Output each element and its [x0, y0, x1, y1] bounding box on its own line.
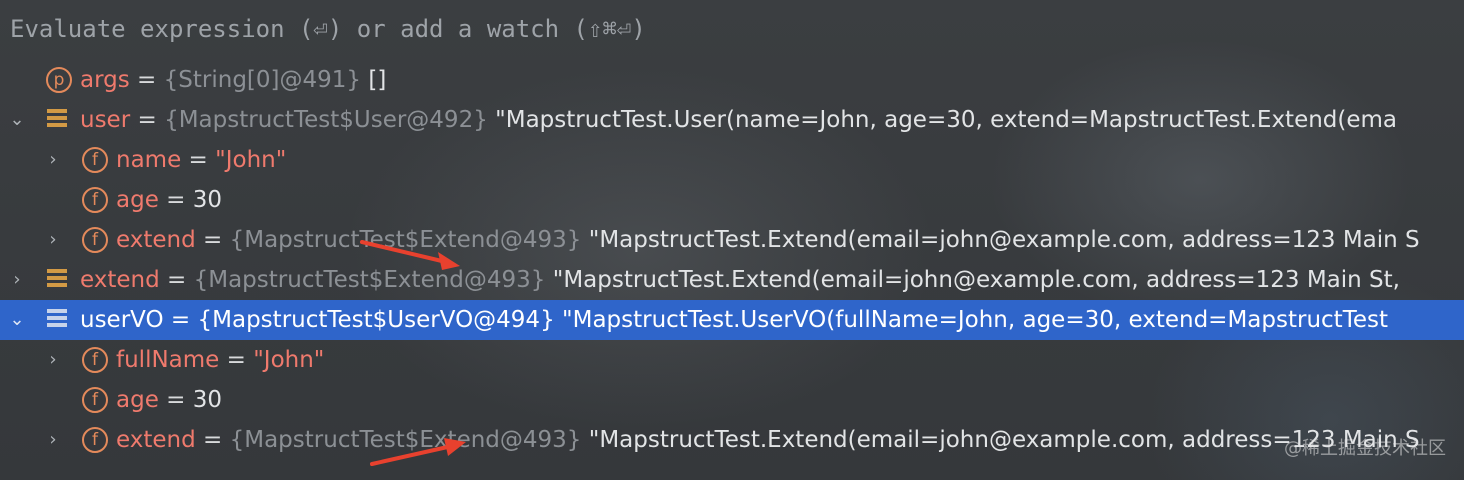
object-ref: {String[0]@491} [163, 67, 362, 93]
chevron-right-icon[interactable]: › [43, 140, 63, 180]
equals-sign: = [158, 387, 193, 413]
object-icon [47, 269, 67, 291]
variable-name: userVO [80, 307, 164, 333]
annotation-arrow-icon [360, 240, 460, 270]
variable-row-extend[interactable]: › f extend = {MapstructTest$Extend@493} … [0, 220, 1464, 260]
equals-sign: = [163, 307, 198, 333]
parameter-icon: p [46, 67, 72, 93]
variable-value: "MapstructTest.User(name=John, age=30, e… [487, 107, 1398, 133]
field-icon: f [82, 147, 108, 173]
variable-value: 30 [192, 187, 223, 213]
variable-row-user[interactable]: ⌄ user = {MapstructTest$User@492} "Mapst… [0, 100, 1464, 140]
chevron-right-icon[interactable]: › [43, 220, 63, 260]
variable-value: "MapstructTest.Extend(email=john@example… [581, 227, 1420, 253]
variable-row-fullname[interactable]: › f fullName = "John" [0, 340, 1464, 380]
field-icon: f [82, 347, 108, 373]
variable-row-args[interactable]: p args = {String[0]@491} [] [0, 60, 1464, 100]
variables-tree: p args = {String[0]@491} [] ⌄ user = {Ma… [0, 60, 1464, 460]
variable-name: age [116, 387, 159, 413]
object-icon [47, 109, 67, 131]
variable-value: "MapstructTest.UserVO(fullName=John, age… [554, 307, 1388, 333]
equals-sign: = [219, 347, 254, 373]
chevron-right-icon[interactable]: › [43, 420, 63, 460]
field-icon: f [82, 187, 108, 213]
chevron-down-icon[interactable]: ⌄ [7, 100, 27, 140]
chevron-down-icon[interactable]: ⌄ [7, 300, 27, 340]
variable-row-uservo[interactable]: ⌄ userVO = {MapstructTest$UserVO@494} "M… [0, 300, 1464, 340]
chevron-right-icon[interactable]: › [7, 260, 27, 300]
equals-sign: = [130, 107, 165, 133]
variable-row-age-vo[interactable]: f age = 30 [0, 380, 1464, 420]
variable-row-extend-top[interactable]: › extend = {MapstructTest$Extend@493} "M… [0, 260, 1464, 300]
variable-row-extend-vo[interactable]: › f extend = {MapstructTest$Extend@493} … [0, 420, 1464, 460]
field-icon: f [82, 387, 108, 413]
equals-sign: = [195, 227, 230, 253]
object-ref: {MapstructTest$User@492} [164, 107, 488, 133]
variable-name: extend [116, 227, 196, 253]
variable-value: 30 [192, 387, 223, 413]
variable-name: age [116, 187, 159, 213]
variable-name: args [80, 67, 130, 93]
variable-value: "MapstructTest.Extend(email=john@example… [545, 267, 1400, 293]
debugger-variables-panel: Evaluate expression (⏎) or add a watch (… [0, 0, 1464, 480]
equals-sign: = [129, 67, 164, 93]
evaluate-expression-hint[interactable]: Evaluate expression (⏎) or add a watch (… [10, 10, 1464, 48]
variable-value: [] [361, 67, 387, 93]
chevron-right-icon[interactable]: › [43, 340, 63, 380]
equals-sign: = [158, 187, 193, 213]
variable-value: "John" [253, 347, 325, 373]
field-icon: f [82, 227, 108, 253]
watermark: @稀土掘金技术社区 [1284, 438, 1446, 459]
variable-name: name [116, 147, 182, 173]
variable-row-age[interactable]: f age = 30 [0, 180, 1464, 220]
annotation-arrow-icon [370, 438, 466, 466]
equals-sign: = [159, 267, 194, 293]
variable-name: fullName [116, 347, 220, 373]
field-icon: f [82, 427, 108, 453]
variable-row-name[interactable]: › f name = "John" [0, 140, 1464, 180]
object-ref: {MapstructTest$UserVO@494} [197, 307, 555, 333]
variable-name: user [80, 107, 131, 133]
variable-name: extend [116, 427, 196, 453]
object-icon [47, 309, 67, 331]
variable-name: extend [80, 267, 160, 293]
equals-sign: = [181, 147, 216, 173]
variable-value: "John" [215, 147, 287, 173]
equals-sign: = [195, 427, 230, 453]
